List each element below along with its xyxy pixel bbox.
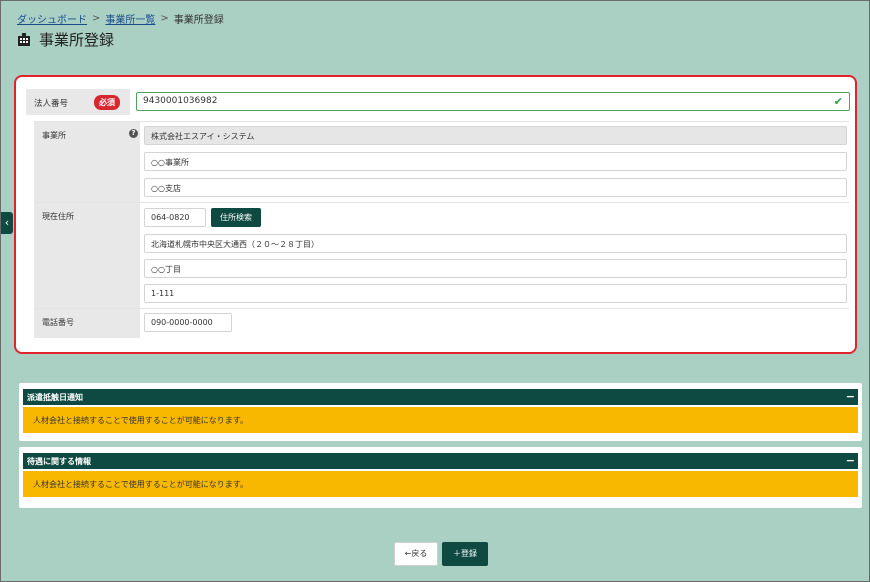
page-title: 事業所登録 xyxy=(17,29,114,50)
branch-name-input[interactable]: ○○支店 xyxy=(144,178,847,197)
address-line3-input[interactable]: 1-111 xyxy=(144,284,847,303)
phone-label-cell: 電話番号 xyxy=(34,309,140,338)
dispatch-deadline-panel: 派遣抵触日通知 − 人材会社と接続することで使用することが可能になります。 xyxy=(19,383,862,441)
breadcrumb-dashboard-link[interactable]: ダッシュボード xyxy=(17,11,87,26)
treatment-info-notice: 人材会社と接続することで使用することが可能になります。 xyxy=(23,471,858,497)
required-badge: 必須 xyxy=(94,95,120,110)
breadcrumb-current: 事業所登録 xyxy=(173,15,224,26)
office-form: 法人番号 必須 9430001036982 ✔ 事業所 ? 株式会社エスアイ・シ… xyxy=(14,75,857,354)
dispatch-deadline-title: 派遣抵触日通知 xyxy=(27,393,83,402)
office-label: 事業所 xyxy=(42,131,66,140)
treatment-info-header[interactable]: 待遇に関する情報 − xyxy=(23,453,858,469)
corp-number-label: 法人番号 xyxy=(34,99,69,109)
office-section: 事業所 ? 株式会社エスアイ・システム ○○事業所 ○○支店 xyxy=(34,121,849,202)
address-search-button[interactable]: 住所検索 xyxy=(211,208,261,227)
dispatch-deadline-header[interactable]: 派遣抵触日通知 − xyxy=(23,389,858,405)
postal-code-input[interactable]: 064-0820 xyxy=(144,208,206,227)
breadcrumb-separator: > xyxy=(92,13,101,24)
breadcrumb: ダッシュボード > 事業所一覧 > 事業所登録 xyxy=(17,11,224,26)
phone-input[interactable]: 090-0000-0000 xyxy=(144,313,232,332)
breadcrumb-separator: > xyxy=(160,13,169,24)
office-fields: 株式会社エスアイ・システム ○○事業所 ○○支店 xyxy=(140,122,849,202)
phone-section: 電話番号 090-0000-0000 xyxy=(34,308,849,338)
address-label-cell: 現在住所 xyxy=(34,203,140,308)
address-fields: 064-0820 住所検索 北海道札幌市中央区大通西（２０～２８丁目） ○○丁目… xyxy=(140,203,849,308)
office-label-cell: 事業所 ? xyxy=(34,122,140,202)
office-name-input[interactable]: ○○事業所 xyxy=(144,152,847,171)
breadcrumb-office-list-link[interactable]: 事業所一覧 xyxy=(105,11,155,26)
address-label: 現在住所 xyxy=(42,212,74,221)
sidebar-toggle[interactable]: ‹ xyxy=(1,212,13,234)
corp-number-input[interactable]: 9430001036982 ✔ xyxy=(136,92,850,111)
register-button[interactable]: ＋登録 xyxy=(442,542,488,566)
check-icon: ✔ xyxy=(833,95,843,108)
dispatch-deadline-notice: 人材会社と接続することで使用することが可能になります。 xyxy=(23,407,858,433)
phone-label: 電話番号 xyxy=(42,318,74,327)
phone-fields: 090-0000-0000 xyxy=(140,309,849,338)
page-title-text: 事業所登録 xyxy=(39,31,115,49)
collapse-icon[interactable]: − xyxy=(846,454,855,467)
company-name-input: 株式会社エスアイ・システム xyxy=(144,126,847,145)
address-section: 現在住所 064-0820 住所検索 北海道札幌市中央区大通西（２０～２８丁目）… xyxy=(34,202,849,308)
treatment-info-title: 待遇に関する情報 xyxy=(27,457,91,466)
collapse-icon[interactable]: − xyxy=(846,390,855,403)
question-icon[interactable]: ? xyxy=(129,129,138,138)
building-icon xyxy=(18,32,30,46)
address-line1-input[interactable]: 北海道札幌市中央区大通西（２０～２８丁目） xyxy=(144,234,847,253)
corp-number-row: 法人番号 必須 9430001036982 ✔ xyxy=(26,89,850,115)
address-line2-input[interactable]: ○○丁目 xyxy=(144,259,847,278)
back-button[interactable]: ←戻る xyxy=(394,542,438,566)
corp-number-label-cell: 法人番号 必須 xyxy=(26,89,130,115)
corp-number-value: 9430001036982 xyxy=(143,96,218,106)
treatment-info-panel: 待遇に関する情報 − 人材会社と接続することで使用することが可能になります。 xyxy=(19,447,862,508)
